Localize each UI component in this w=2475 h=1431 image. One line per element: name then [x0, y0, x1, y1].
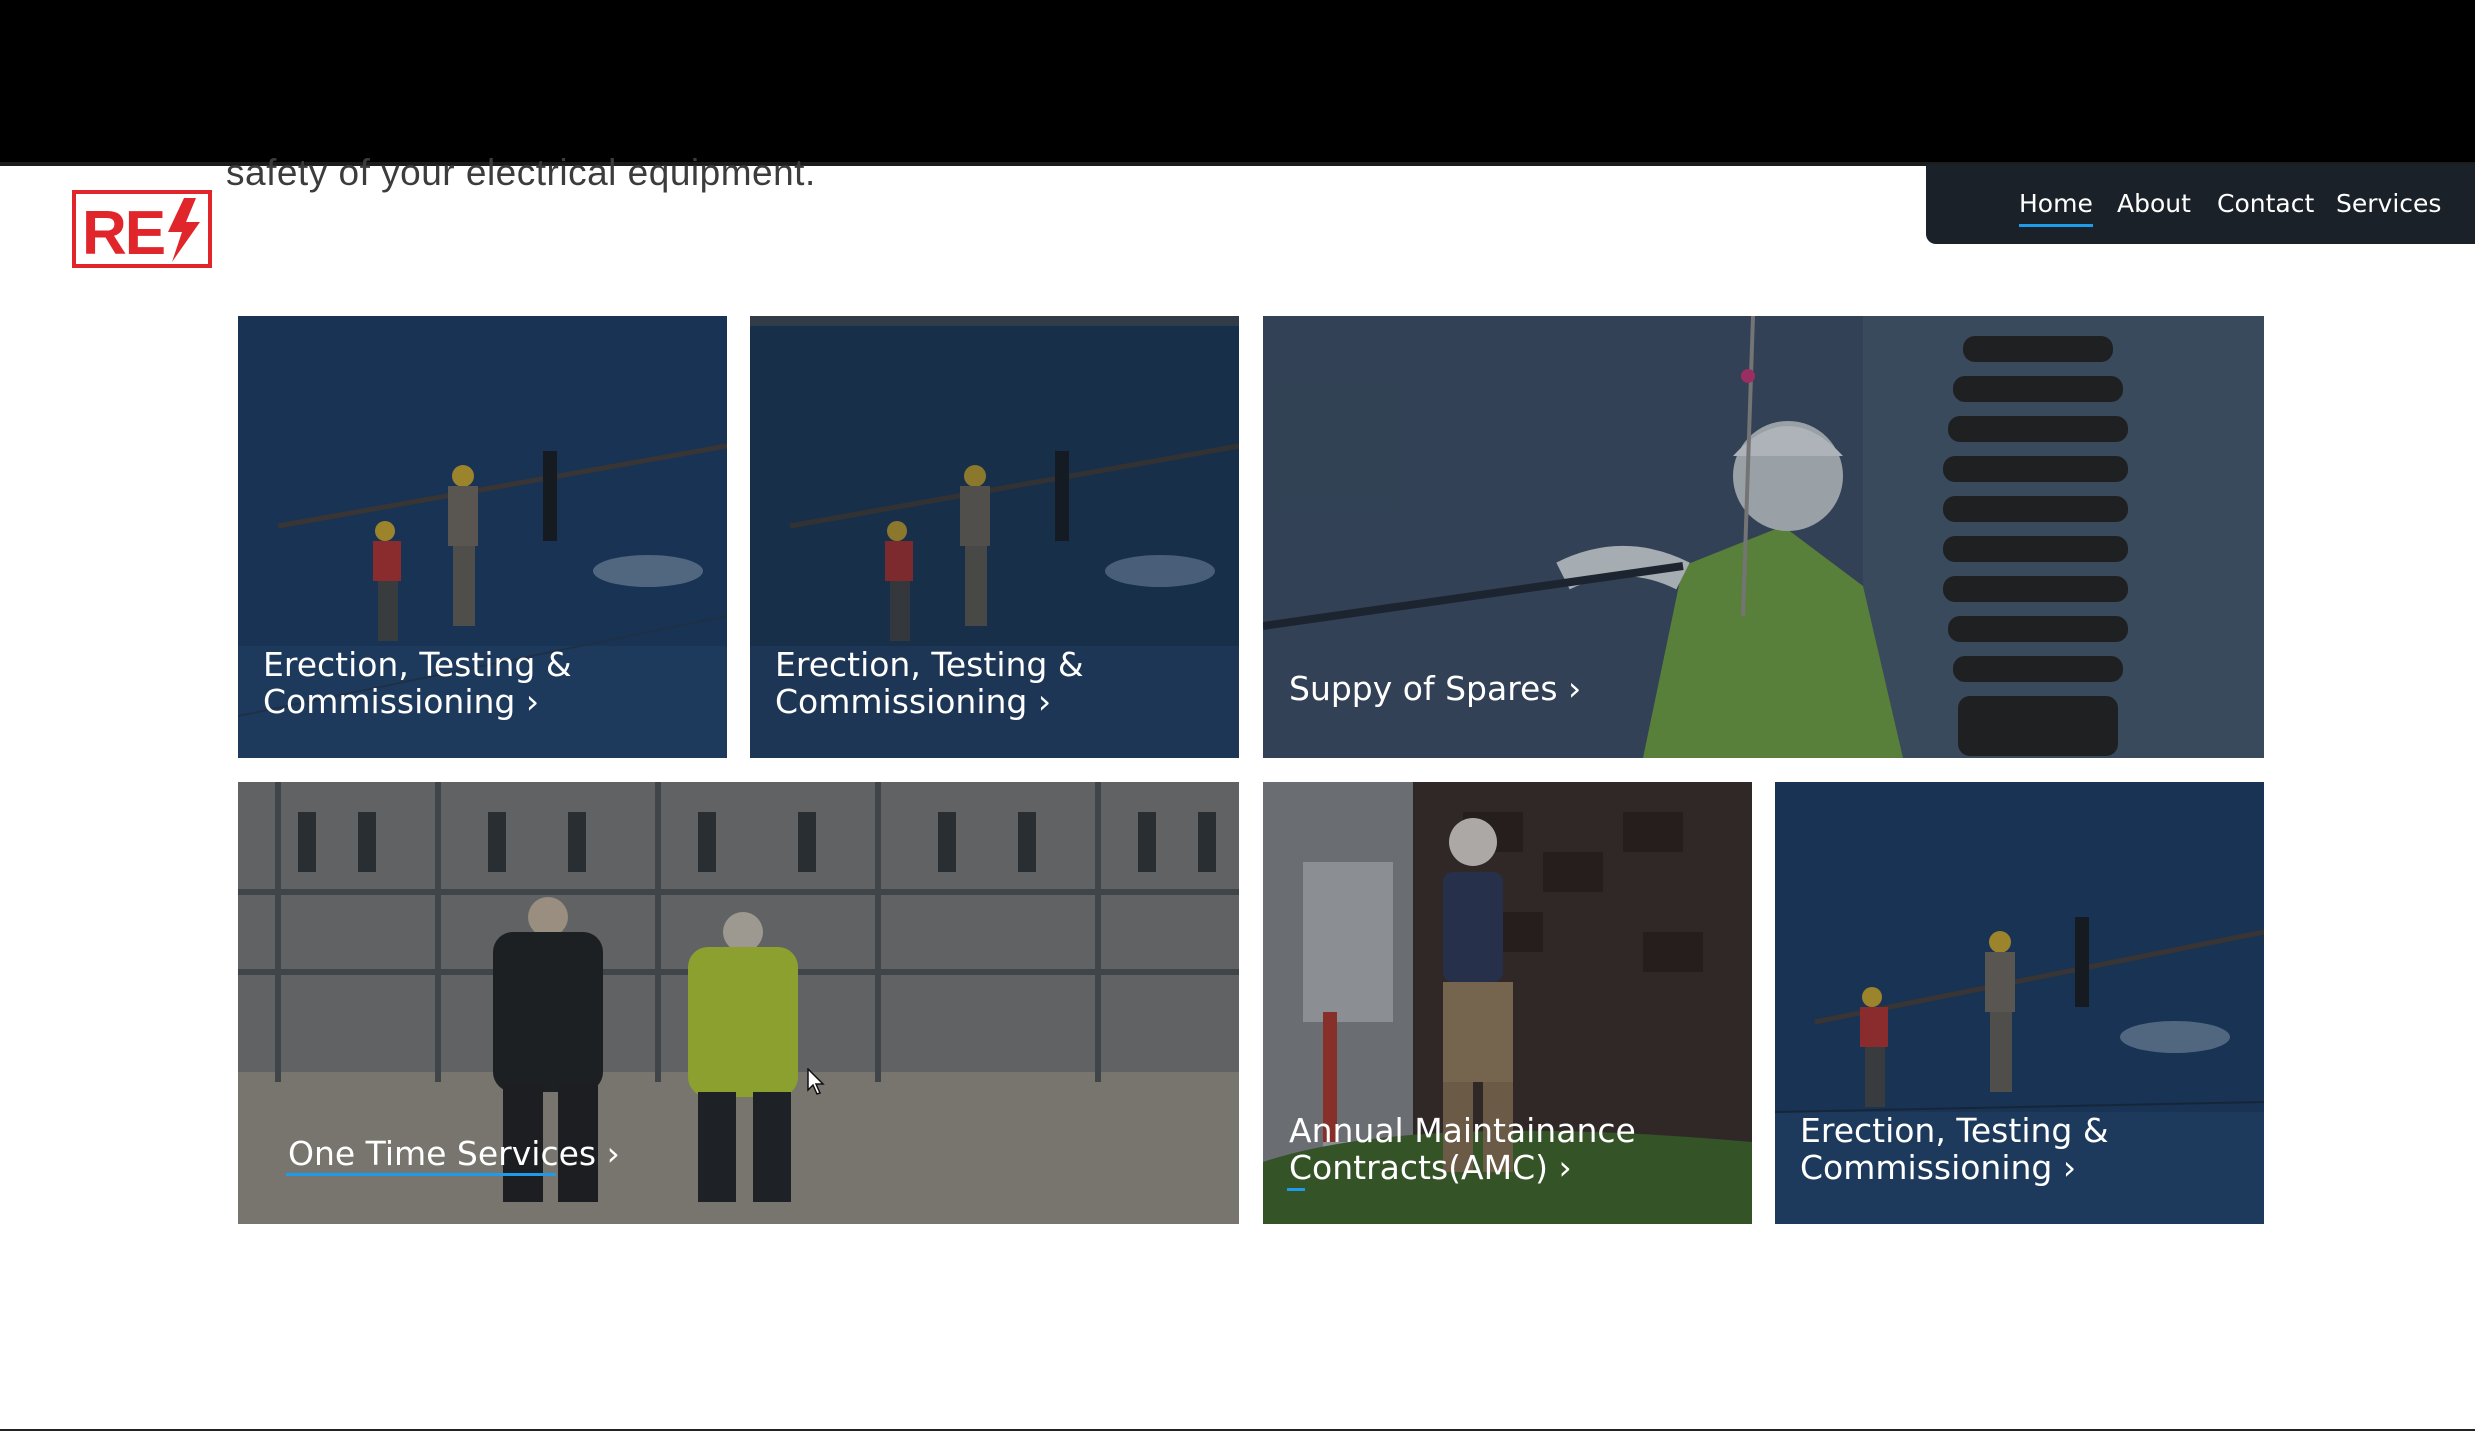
nav-contact[interactable]: Contact	[2217, 189, 2314, 218]
card-title: Erection, Testing & Commissioning ›	[775, 645, 1084, 721]
card-title: Erection, Testing & Commissioning ›	[1800, 1111, 2109, 1187]
nav-home[interactable]: Home	[2019, 189, 2093, 227]
top-navigation: Home About Contact Services	[1926, 164, 2475, 244]
top-black-bar	[0, 0, 2475, 162]
company-logo[interactable]: RE	[72, 190, 212, 268]
nav-active-underline	[2019, 224, 2093, 227]
service-card-erection-3[interactable]: Erection, Testing & Commissioning ›	[1775, 782, 2264, 1224]
nav-home-label: Home	[2019, 189, 2093, 218]
service-card-erection-1[interactable]: Erection, Testing & Commissioning ›	[238, 316, 727, 758]
card-title: Erection, Testing & Commissioning ›	[263, 645, 572, 721]
service-card-erection-2[interactable]: Erection, Testing & Commissioning ›	[750, 316, 1239, 758]
service-card-amc[interactable]: Annual Maintainance Contracts(AMC) ›	[1263, 782, 1752, 1224]
nav-contact-label: Contact	[2217, 189, 2315, 218]
service-card-one-time[interactable]: One Time Services ›	[238, 782, 1239, 1224]
card-title: One Time Services ›	[288, 1134, 620, 1173]
nav-about-label: About	[2117, 189, 2191, 218]
nav-services[interactable]: Services	[2336, 189, 2441, 218]
intro-text: safety of your electrical equipment.	[226, 152, 816, 193]
service-card-spares[interactable]: Suppy of Spares ›	[1263, 316, 2264, 758]
logo-letters: RE	[82, 199, 164, 268]
card-title: Suppy of Spares ›	[1289, 669, 1582, 708]
nav-services-label: Services	[2336, 189, 2442, 218]
card-hover-underline	[1287, 1188, 1305, 1191]
card-title: Annual Maintainance Contracts(AMC) ›	[1289, 1111, 1636, 1187]
mouse-cursor-icon	[807, 1068, 825, 1095]
nav-about[interactable]: About	[2117, 189, 2191, 218]
card-hover-underline	[286, 1173, 556, 1176]
